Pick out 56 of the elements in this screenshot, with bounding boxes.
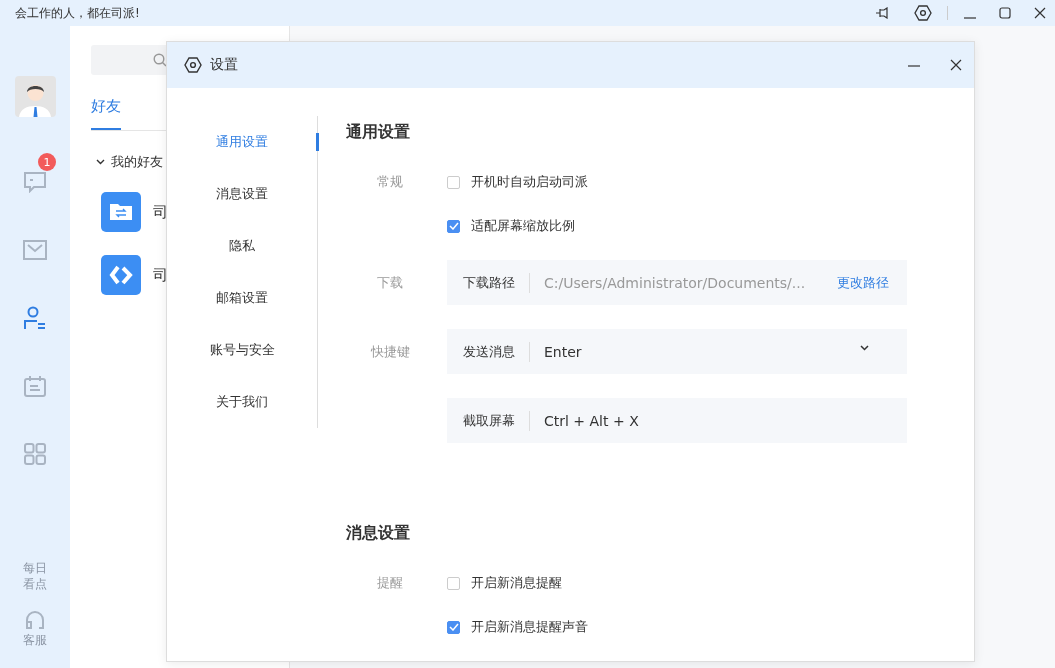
field-value: Enter [544, 343, 582, 360]
search-icon [153, 53, 167, 67]
mail-icon[interactable] [23, 240, 47, 260]
group-label[interactable]: 我的好友 [111, 153, 163, 171]
dialog-title: 设置 [210, 56, 238, 74]
field-label: 截取屏幕 [463, 411, 515, 430]
checkbox-label[interactable]: 开启新消息提醒 [471, 574, 562, 592]
avatar[interactable] [14, 76, 56, 117]
row-label: 提醒 [377, 575, 403, 590]
settings-nav-item[interactable]: 关于我们 [216, 393, 268, 411]
calendar-icon[interactable] [24, 375, 46, 397]
maximize-icon[interactable] [999, 7, 1011, 19]
checkbox[interactable] [447, 576, 460, 590]
checkbox[interactable] [447, 219, 460, 233]
close-icon[interactable] [1034, 7, 1046, 19]
settings-nav-item[interactable]: 消息设置 [216, 185, 268, 203]
contacts-icon[interactable] [24, 306, 46, 330]
settings-nav-item[interactable]: 邮箱设置 [216, 289, 268, 307]
app-logo-icon [101, 255, 141, 295]
checkbox[interactable] [447, 175, 460, 189]
row-label: 下载 [377, 274, 403, 290]
field-value: C:/Users/Administrator/Documents/... [544, 274, 806, 291]
chat-icon[interactable] [23, 171, 47, 193]
contact-name[interactable]: 司 [153, 265, 168, 285]
checkbox-label[interactable]: 适配屏幕缩放比例 [471, 217, 575, 235]
unread-badge: 1 [38, 153, 56, 171]
selection-indicator [316, 133, 319, 151]
row-label: 常规 [377, 174, 403, 189]
setting-field[interactable]: 下载路径 C:/Users/Administrator/Documents/... 更改路径 [447, 260, 907, 305]
settings-nav-item[interactable]: 账号与安全 [209, 341, 275, 359]
settings-icon [184, 56, 202, 74]
settings-nav-item[interactable]: 隐私 [229, 237, 255, 255]
pin-icon[interactable] [875, 7, 891, 19]
section-heading: 消息设置 [346, 522, 411, 544]
field-label: 下载路径 [463, 273, 515, 292]
checkbox-label[interactable]: 开机时自动启动司派 [471, 173, 588, 191]
contact-name[interactable]: 司 [153, 202, 168, 222]
chevron-icon[interactable] [96, 159, 105, 165]
checkbox-label[interactable]: 开启新消息提醒声音 [471, 618, 588, 636]
app-slogan: 会工作的人，都在司派! [15, 4, 140, 22]
setting-field[interactable]: 截取屏幕 Ctrl + Alt + X [447, 398, 907, 443]
field-value: Ctrl + Alt + X [544, 412, 639, 429]
settings-nav-item[interactable]: 通用设置 [216, 133, 268, 151]
field-label: 发送消息 [463, 342, 515, 361]
row-label: 快捷键 [370, 343, 410, 359]
setting-field[interactable]: 发送消息 Enter [447, 329, 907, 374]
folder-icon [101, 192, 141, 232]
dropdown-chevron-icon[interactable] [860, 344, 869, 351]
settings-icon[interactable] [914, 4, 932, 22]
contacts-tab[interactable]: 好友 [91, 97, 121, 130]
change-path-link[interactable]: 更改路径 [837, 273, 889, 292]
section-heading: 通用设置 [346, 121, 411, 143]
checkbox[interactable] [447, 620, 460, 634]
headset-icon[interactable] [25, 610, 45, 630]
apps-grid-icon[interactable] [24, 443, 46, 465]
close-icon[interactable] [950, 59, 962, 71]
